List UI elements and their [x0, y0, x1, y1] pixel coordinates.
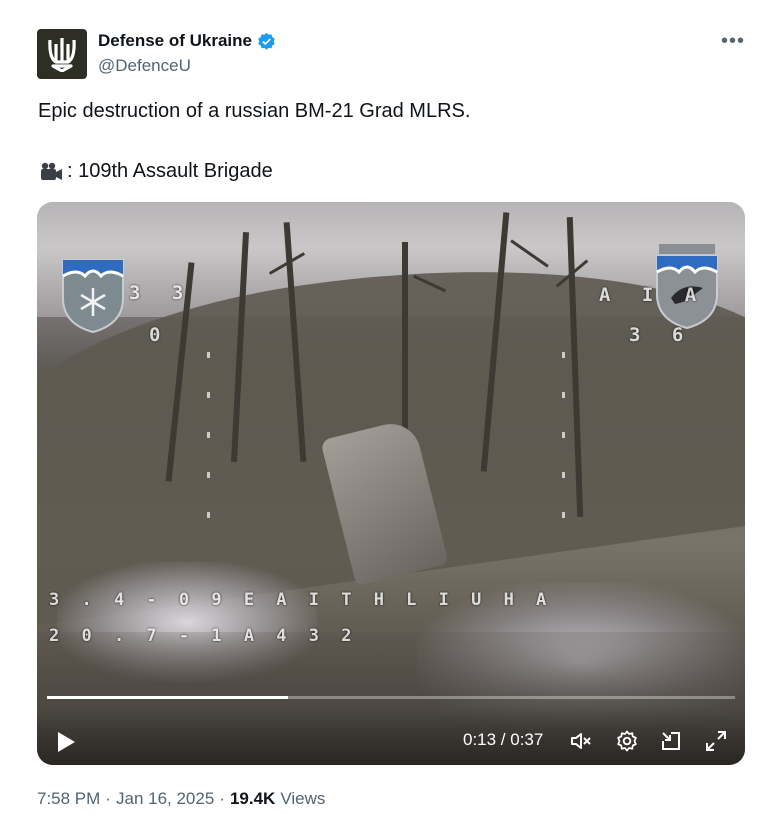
author-handle[interactable]: @DefenceU — [98, 56, 191, 76]
tweet-text-brigade: : 109th Assault Brigade — [67, 160, 273, 182]
osd-left-mid: 0 — [149, 324, 171, 346]
reticle-tick — [207, 352, 210, 358]
video-player[interactable]: 3 3 0 A I A 3 6 3 . 4 - 0 9 E A I T H L … — [37, 202, 745, 765]
video-progress-bar[interactable] — [47, 696, 735, 699]
views-label: Views — [280, 789, 326, 808]
video-controls: 0:13 / 0:37 — [37, 707, 745, 765]
gear-icon[interactable] — [615, 729, 639, 753]
reticle-tick — [207, 392, 210, 398]
osd-left-top: 3 3 — [129, 282, 194, 304]
reticle-tick — [562, 432, 565, 438]
play-icon[interactable] — [55, 730, 77, 754]
reticle-tick — [562, 512, 565, 518]
muted-speaker-icon[interactable] — [569, 729, 593, 753]
views-count[interactable]: 19.4K — [230, 789, 275, 809]
video-camera-icon — [41, 162, 62, 180]
tweet-meta: 7:58 PM · Jan 16, 2025 · 19.4K Views — [37, 789, 325, 809]
tree — [402, 242, 408, 452]
more-options-icon[interactable]: ••• — [721, 30, 745, 53]
tweet-text-line1: Epic destruction of a russian BM-21 Grad… — [38, 100, 471, 122]
brigade-emblem-left — [62, 259, 124, 334]
tweet-time[interactable]: 7:58 PM — [37, 789, 100, 809]
verified-badge-icon — [258, 32, 275, 50]
reticle-tick — [207, 512, 210, 518]
osd-bottom-row2: 2 0 . 7 - 1 A 4 3 2 — [49, 626, 358, 646]
meta-separator: · — [219, 789, 225, 808]
video-time: 0:13 / 0:37 — [463, 730, 544, 749]
trident-logo-icon — [48, 38, 76, 72]
osd-bottom-row1: 3 . 4 - 0 9 E A I T H L I U H A — [49, 590, 553, 610]
reticle-tick — [207, 432, 210, 438]
reticle-tick — [562, 352, 565, 358]
avatar[interactable] — [37, 29, 87, 79]
reticle-tick — [562, 392, 565, 398]
video-progress-fill — [47, 696, 289, 699]
author-name[interactable]: Defense of Ukraine — [98, 31, 252, 51]
tweet-text-line2: : 109th Assault Brigade — [38, 160, 273, 183]
meta-separator: · — [105, 789, 111, 808]
tweet-date[interactable]: Jan 16, 2025 — [116, 789, 214, 809]
reticle-tick — [562, 472, 565, 478]
osd-right-mid: 3 6 — [629, 324, 694, 346]
reticle-tick — [207, 472, 210, 478]
author-row[interactable]: Defense of Ukraine — [98, 31, 276, 51]
fullscreen-icon[interactable] — [704, 729, 728, 753]
picture-in-picture-icon[interactable] — [659, 729, 683, 753]
osd-right-top: A I A — [599, 284, 707, 306]
